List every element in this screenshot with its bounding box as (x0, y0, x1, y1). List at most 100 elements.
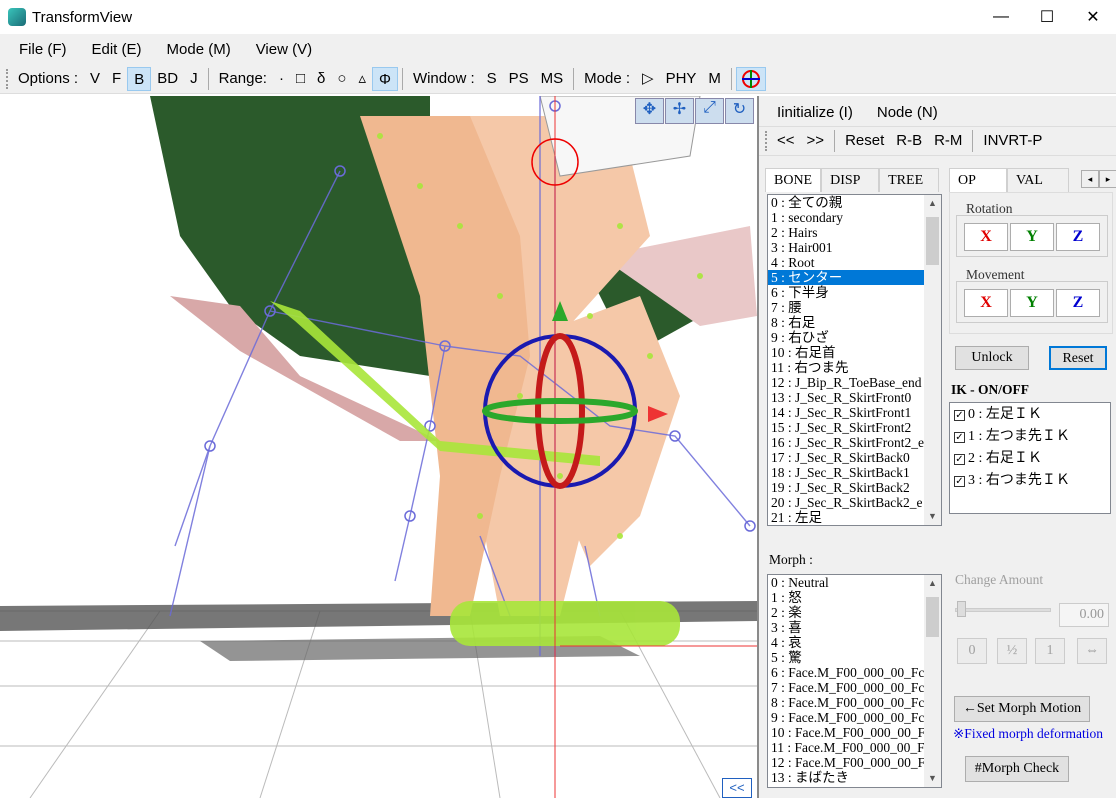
range-triangle-button[interactable]: ▵ (352, 67, 372, 91)
bone-list-item[interactable]: 6 : 下半身 (768, 285, 941, 300)
tab-bone[interactable]: BONE (765, 168, 822, 192)
morph-list-item[interactable]: 7 : Face.M_F00_000_00_Fc (768, 680, 941, 695)
movement-y-button[interactable]: Y (1010, 289, 1054, 317)
menu-file[interactable]: File (F) (19, 41, 67, 58)
invert-pose-button[interactable]: INVRT-P (977, 129, 1048, 153)
option-bd-button[interactable]: BD (151, 67, 184, 91)
morph-list-item[interactable]: 4 : 哀 (768, 635, 941, 650)
menu-edit[interactable]: Edit (E) (92, 41, 142, 58)
bone-list-scrollbar[interactable]: ▲ ▼ (924, 195, 941, 525)
morph-list-item[interactable]: 8 : Face.M_F00_000_00_Fc (768, 695, 941, 710)
tab-op[interactable]: OP (949, 168, 1007, 192)
bone-list-item[interactable]: 14 : J_Sec_R_SkirtFront1 (768, 405, 941, 420)
prev-button[interactable]: << (771, 129, 801, 153)
reset-bone-button[interactable]: R-B (890, 129, 928, 153)
rotation-x-button[interactable]: X (964, 223, 1008, 251)
checkbox-checked-icon[interactable]: ✓ (954, 453, 965, 465)
rotation-z-button[interactable]: Z (1056, 223, 1100, 251)
menu-mode[interactable]: Mode (M) (167, 41, 231, 58)
amount-zero-button[interactable]: 0 (957, 638, 987, 664)
change-amount-input[interactable]: 0.00 (1059, 603, 1109, 627)
morph-check-button[interactable]: #Morph Check (965, 756, 1069, 782)
scroll-thumb[interactable] (926, 597, 939, 637)
reset-morph-button[interactable]: R-M (928, 129, 968, 153)
slider-thumb[interactable] (957, 601, 966, 617)
bone-list-item[interactable]: 4 : Root (768, 255, 941, 270)
change-amount-slider[interactable] (955, 608, 1051, 612)
bone-list-item[interactable]: 8 : 右足 (768, 315, 941, 330)
ik-item[interactable]: ✓ 2 : 右足ＩＫ (950, 448, 1110, 470)
zoom-view-icon[interactable]: ⤢ (695, 98, 724, 124)
checkbox-checked-icon[interactable]: ✓ (954, 431, 965, 443)
tab-tree[interactable]: TREE (879, 168, 940, 192)
morph-list-item[interactable]: 2 : 楽 (768, 605, 941, 620)
window-s-button[interactable]: S (481, 67, 503, 91)
morph-list-item[interactable]: 10 : Face.M_F00_000_00_F (768, 725, 941, 740)
nav-grip[interactable] (765, 131, 767, 151)
morph-list[interactable]: 0 : Neutral 1 : 怒2 : 楽3 : 喜4 : 哀5 : 驚6 : … (767, 574, 942, 788)
tab-left-icon[interactable]: ◂ (1081, 170, 1099, 188)
bone-list-item[interactable]: 16 : J_Sec_R_SkirtFront2_e (768, 435, 941, 450)
tab-right-icon[interactable]: ▸ (1099, 170, 1116, 188)
rotation-y-button[interactable]: Y (1010, 223, 1054, 251)
mode-play-button[interactable]: ▷ (636, 67, 660, 91)
morph-list-item[interactable]: 9 : Face.M_F00_000_00_Fc (768, 710, 941, 725)
close-button[interactable]: ✕ (1070, 0, 1116, 34)
bone-list-item[interactable]: 0 : 全ての親 (768, 195, 941, 210)
morph-list-item[interactable]: 12 : Face.M_F00_000_00_F (768, 755, 941, 770)
set-morph-motion-button[interactable]: ←Set Morph Motion (954, 696, 1090, 722)
bone-list[interactable]: 0 : 全ての親 1 : secondary 2 : Hairs 3 : Hair00… (767, 194, 942, 526)
option-b-button[interactable]: B (127, 66, 152, 91)
collapse-panel-button[interactable]: << (722, 778, 752, 798)
mode-m-button[interactable]: M (702, 67, 727, 91)
gizmo-toggle-button[interactable] (735, 66, 766, 91)
morph-list-item[interactable]: 0 : Neutral (768, 575, 941, 590)
bone-list-item[interactable]: 15 : J_Sec_R_SkirtFront2 (768, 420, 941, 435)
option-f-button[interactable]: F (106, 67, 127, 91)
tab-disp[interactable]: DISP (821, 168, 880, 192)
toolbar-grip[interactable] (6, 68, 8, 89)
maximize-button[interactable]: ☐ (1024, 0, 1070, 34)
option-j-button[interactable]: J (184, 67, 204, 91)
bone-list-item[interactable]: 7 : 腰 (768, 300, 941, 315)
bone-list-item[interactable]: 11 : 右つま先 (768, 360, 941, 375)
move-view-icon[interactable]: ✥ (635, 98, 664, 124)
next-button[interactable]: >> (801, 129, 831, 153)
amount-one-button[interactable]: 1 (1035, 638, 1065, 664)
bone-list-item[interactable]: 18 : J_Sec_R_SkirtBack1 (768, 465, 941, 480)
unlock-button[interactable]: Unlock (955, 346, 1029, 370)
ik-item[interactable]: ✓ 0 : 左足ＩＫ (950, 404, 1110, 426)
morph-list-item[interactable]: 6 : Face.M_F00_000_00_Fc (768, 665, 941, 680)
amount-half-button[interactable]: ½ (997, 638, 1027, 664)
range-box-button[interactable]: □ (290, 67, 311, 91)
range-delta-button[interactable]: δ (311, 67, 331, 91)
reset-nav-button[interactable]: Reset (839, 129, 890, 153)
rotate-view-icon[interactable]: ↻ (725, 98, 754, 124)
bone-list-item[interactable]: 2 : Hairs (768, 225, 941, 240)
reset-button[interactable]: Reset (1049, 346, 1107, 370)
bone-list-item[interactable]: 17 : J_Sec_R_SkirtBack0 (768, 450, 941, 465)
scroll-up-icon[interactable]: ▲ (924, 575, 941, 592)
morph-list-item[interactable]: 3 : 喜 (768, 620, 941, 635)
ik-item[interactable]: ✓ 1 : 左つま先ＩＫ (950, 426, 1110, 448)
3d-viewport[interactable]: ✥ ✢ ⤢ ↻ << (0, 96, 757, 798)
bone-list-item[interactable]: 9 : 右ひざ (768, 330, 941, 345)
checkbox-checked-icon[interactable]: ✓ (954, 409, 965, 421)
mode-phy-button[interactable]: PHY (660, 67, 703, 91)
morph-list-item[interactable]: 1 : 怒 (768, 590, 941, 605)
morph-list-item[interactable]: 5 : 驚 (768, 650, 941, 665)
window-ms-button[interactable]: MS (535, 67, 570, 91)
morph-list-item[interactable]: 13 : まばたき (768, 770, 941, 785)
bone-list-item[interactable]: 20 : J_Sec_R_SkirtBack2_e (768, 495, 941, 510)
bone-list-item[interactable]: 19 : J_Sec_R_SkirtBack2 (768, 480, 941, 495)
morph-list-scrollbar[interactable]: ▲ ▼ (924, 575, 941, 787)
bone-list-item[interactable]: 13 : J_Sec_R_SkirtFront0 (768, 390, 941, 405)
bone-list-item[interactable]: 21 : 左足 (768, 510, 941, 525)
scroll-up-icon[interactable]: ▲ (924, 195, 941, 212)
bone-list-item[interactable]: 5 : センター (768, 270, 941, 285)
window-ps-button[interactable]: PS (503, 67, 535, 91)
checkbox-checked-icon[interactable]: ✓ (954, 475, 965, 487)
bone-list-item[interactable]: 12 : J_Bip_R_ToeBase_end (768, 375, 941, 390)
tab-val[interactable]: VAL (1007, 168, 1069, 192)
node-menu[interactable]: Node (N) (877, 104, 938, 121)
